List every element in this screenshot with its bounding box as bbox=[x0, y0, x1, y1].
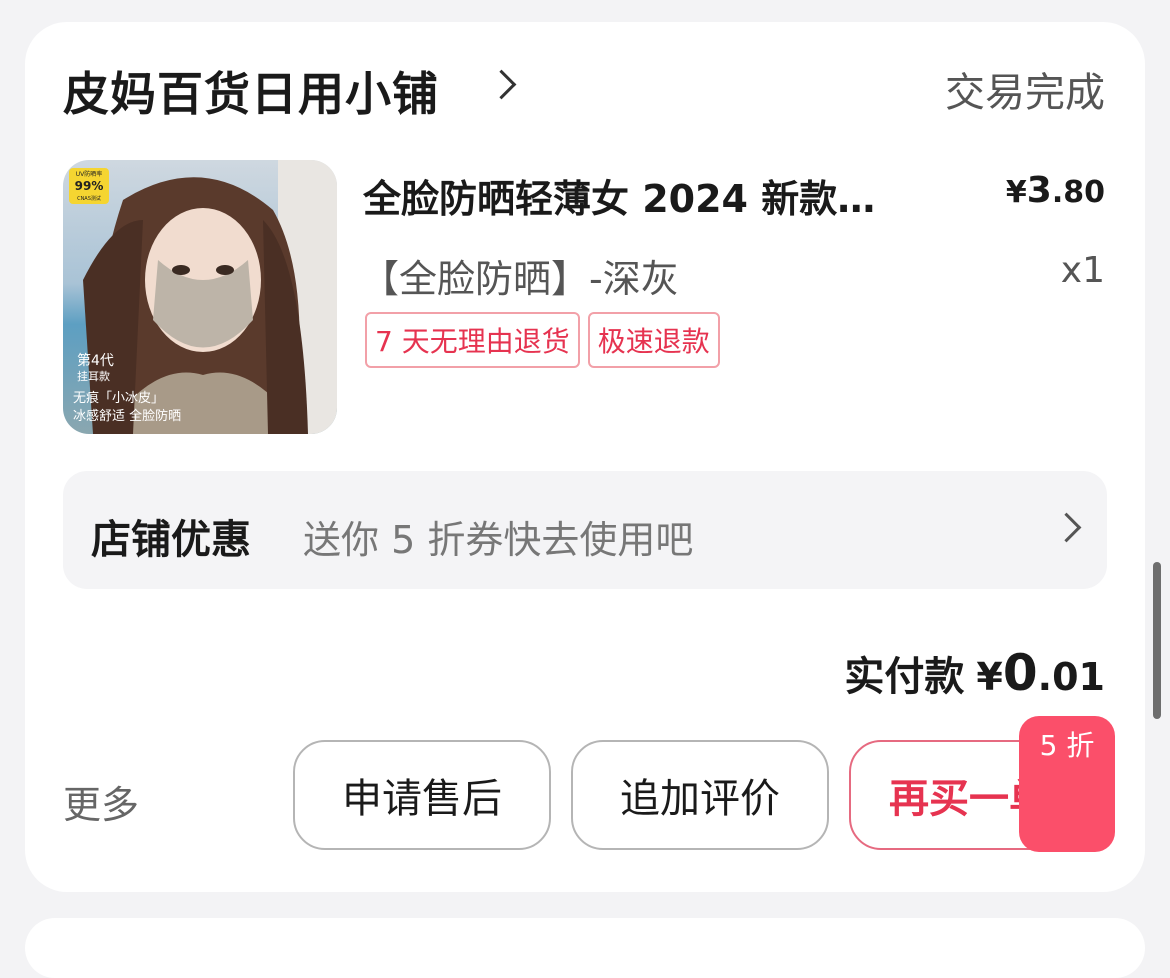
product-tags: 7 天无理由退货 极速退款 bbox=[365, 312, 720, 368]
price-integer: 3 bbox=[1026, 170, 1052, 211]
shop-name[interactable]: 皮妈百货日用小铺 bbox=[63, 58, 439, 124]
product-variant: 【全脸防晒】-深灰 bbox=[361, 257, 679, 301]
more-button[interactable]: 更多 bbox=[63, 774, 139, 829]
product-thumbnail[interactable]: UV防晒率 99% CNAS测试 第4代 挂耳款 无痕「小冰皮」 冰感舒适 全脸… bbox=[63, 160, 337, 434]
paid-amount: ¥0.01 bbox=[976, 644, 1105, 702]
badge-percent-text: 99% bbox=[75, 179, 104, 193]
next-order-card bbox=[25, 918, 1145, 978]
scrollbar[interactable] bbox=[1153, 562, 1161, 719]
promo-text: 送你 5 折券快去使用吧 bbox=[303, 518, 694, 562]
add-review-button[interactable]: 追加评价 bbox=[571, 740, 829, 850]
order-status: 交易完成 bbox=[945, 70, 1105, 116]
product-quantity: x1 bbox=[1060, 250, 1105, 291]
discount-badge-text: 5 折 bbox=[1039, 729, 1095, 762]
paid-currency: ¥ bbox=[976, 655, 1003, 699]
paid-integer: 0 bbox=[1002, 644, 1038, 702]
tag-return-policy: 7 天无理由退货 bbox=[365, 312, 580, 368]
chevron-right-icon bbox=[1051, 512, 1082, 543]
shop-header[interactable]: 皮妈百货日用小铺 交易完成 bbox=[63, 54, 1105, 124]
shop-promo-banner[interactable]: 店铺优惠 送你 5 折券快去使用吧 bbox=[63, 471, 1107, 589]
caption-line2-text: 冰感舒适 全脸防晒 bbox=[73, 408, 181, 424]
caption-line1-text: 无痕「小冰皮」 bbox=[73, 390, 164, 406]
caption-gen-text: 第4代 bbox=[77, 352, 114, 369]
order-card: 皮妈百货日用小铺 交易完成 UV防晒率 99% CNAS测试 第4代 挂耳款 无… bbox=[25, 22, 1145, 892]
product-title[interactable]: 全脸防晒轻薄女 2024 新款… bbox=[363, 168, 923, 223]
price-currency: ¥ bbox=[1005, 175, 1027, 210]
tag-fast-refund: 极速退款 bbox=[587, 312, 720, 368]
promo-label: 店铺优惠 bbox=[91, 517, 251, 563]
paid-decimal: .01 bbox=[1037, 655, 1105, 699]
chevron-right-icon[interactable] bbox=[486, 69, 517, 100]
discount-badge[interactable]: 5 折 bbox=[1019, 716, 1115, 852]
payment-summary: 实付款 ¥0.01 bbox=[844, 644, 1105, 702]
badge-bottom-text: CNAS测试 bbox=[77, 195, 101, 202]
caption-ear-text: 挂耳款 bbox=[77, 369, 110, 383]
paid-label: 实付款 bbox=[844, 654, 965, 700]
badge-top-text: UV防晒率 bbox=[76, 170, 103, 178]
after-sale-button[interactable]: 申请售后 bbox=[293, 740, 551, 850]
product-price: ¥3.80 bbox=[1006, 170, 1105, 211]
price-decimal: .80 bbox=[1051, 175, 1105, 210]
